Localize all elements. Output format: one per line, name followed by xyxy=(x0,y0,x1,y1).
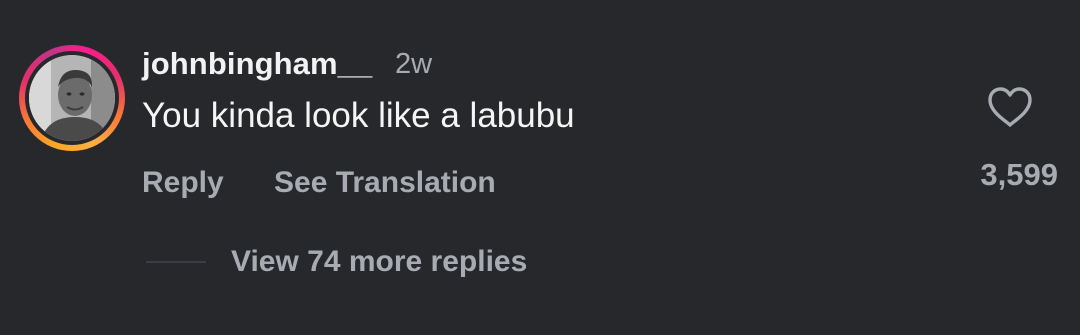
like-button[interactable] xyxy=(987,86,1033,128)
view-more-replies-button[interactable]: View 74 more replies xyxy=(231,245,527,279)
replies-divider xyxy=(146,261,206,263)
reply-button[interactable]: Reply xyxy=(142,166,224,200)
comment-item: johnbingham__ 2w You kinda look like a l… xyxy=(0,0,1080,335)
comment-text: You kinda look like a labubu xyxy=(142,96,575,135)
avatar-story-ring[interactable] xyxy=(19,45,125,151)
see-translation-button[interactable]: See Translation xyxy=(274,166,496,200)
username-link[interactable]: johnbingham__ xyxy=(142,46,372,82)
avatar-photo-image xyxy=(29,55,115,141)
like-count: 3,599 xyxy=(980,157,1058,192)
heart-outline-icon xyxy=(988,87,1032,127)
comment-timestamp: 2w xyxy=(395,48,433,80)
avatar[interactable] xyxy=(29,55,115,141)
